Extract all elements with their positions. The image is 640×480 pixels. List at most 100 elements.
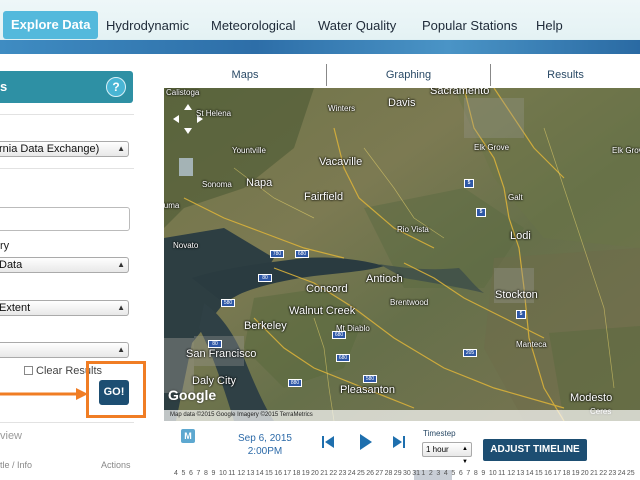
pointer-arrow-icon	[0, 388, 88, 400]
timeline-tick-label: 29	[393, 470, 402, 477]
clear-results-checkbox[interactable]	[24, 366, 33, 375]
map-label-pleasanton: Pleasanton	[340, 384, 396, 396]
filter-select[interactable]: ▲▼	[0, 342, 129, 358]
divider	[0, 422, 134, 423]
nav-meteorological[interactable]: Meteorological	[211, 13, 296, 39]
nav-explore-data[interactable]: Explore Data	[3, 11, 99, 39]
timeline-tick-label: 10	[219, 470, 227, 477]
map-label-lodi: Lodi	[510, 230, 531, 242]
column-title-info: tle / Info	[0, 460, 33, 470]
map-label-san-francisco: San Francisco	[186, 348, 257, 360]
tab-maps[interactable]: Maps	[164, 64, 326, 86]
timeline-tick-label: 21	[590, 470, 598, 477]
timeline-tick-label: 7	[466, 470, 471, 477]
map-label-napa: Napa	[246, 177, 273, 189]
select-arrow-icon: ▲▼	[117, 345, 125, 354]
map-label-elk-grove: Elk Grove	[474, 143, 510, 152]
highway-shield-icon: 580	[363, 375, 377, 383]
timeline-tick-label: 9	[481, 470, 486, 477]
timeline-tick-label: 20	[311, 470, 319, 477]
timeline-tick-label: 3	[436, 470, 441, 477]
map-label-fairfield: Fairfield	[304, 191, 344, 203]
search-panel: s ? rnia Data Exchange) ▲▼ ry Data ▲▼ Ex…	[0, 54, 148, 480]
nav-hydrodynamic[interactable]: Hydrodynamic	[106, 13, 189, 39]
view-tabs: Maps Graphing Results	[164, 64, 640, 86]
timeline-tick-label: 6	[189, 470, 193, 477]
panel-title: s	[0, 79, 8, 94]
timeline-tick-label: 20	[580, 470, 589, 477]
select-arrow-icon: ▲▼	[117, 260, 125, 269]
m-badge[interactable]: M	[181, 429, 195, 443]
timeline-tick-label: 31	[412, 470, 420, 477]
nav-help[interactable]: Help	[536, 13, 563, 39]
map-label-yountville: Yountville	[232, 146, 266, 155]
map-label-winters: Winters	[328, 104, 356, 113]
timeline-tick-label: 12	[237, 470, 246, 477]
play-icon[interactable]	[359, 433, 373, 451]
map-label-luma: luma	[164, 201, 180, 210]
timeline-scale[interactable]: 4 5 6 7 8 9 10 11 12 13 14 15 16 17 18 19 20 21 22 23 24 25 26…	[164, 470, 640, 480]
timeline-tick-label: 14	[255, 470, 264, 477]
timeline-tick-label: 4	[443, 470, 448, 477]
skip-back-icon[interactable]	[322, 435, 334, 449]
panel-header: s ?	[0, 71, 133, 103]
timestep-label: Timestep	[423, 429, 456, 438]
timeline-tick-label: 5	[181, 470, 186, 477]
highway-shield-icon: 5	[516, 310, 526, 319]
satellite-map[interactable]: Calistoga St Helena Winters Davis Sacram…	[164, 88, 640, 421]
timeline-tick-label: 5	[451, 470, 456, 477]
map-label-sonoma: Sonoma	[202, 180, 232, 189]
timeline-tick-label: 22	[329, 470, 338, 477]
map-label-novato: Novato	[173, 241, 199, 250]
pegman-icon[interactable]	[179, 158, 193, 176]
highway-shield-icon: 880	[288, 379, 302, 387]
timeline-tick-label: 14	[525, 470, 534, 477]
timeline-tick-label: 27	[375, 470, 384, 477]
select-arrow-icon: ▲▼	[117, 303, 125, 312]
map-label-manteca: Manteca	[516, 340, 547, 349]
data-type-value: Data	[0, 259, 23, 271]
timeline-tick-label: 23	[608, 470, 617, 477]
highway-shield-icon: 780	[270, 250, 284, 258]
timeline-tick-label: 12	[507, 470, 516, 477]
top-navigation: Explore Data Hydrodynamic Meteorological…	[0, 0, 640, 54]
timeline-tick-label: 17	[553, 470, 562, 477]
tab-results[interactable]: Results	[491, 64, 640, 86]
select-arrow-icon: ▲▼	[462, 446, 468, 465]
timeline-tick-label: 4	[174, 470, 178, 477]
timeline-tick-label: 17	[283, 470, 292, 477]
data-source-select[interactable]: rnia Data Exchange) ▲▼	[0, 141, 129, 157]
current-datetime: Sep 6, 2015 2:00PM	[238, 432, 292, 458]
highway-shield-icon: 205	[463, 349, 477, 357]
timeline-tick-label: 8	[204, 470, 208, 477]
map-label-calistoga: Calistoga	[166, 88, 200, 97]
timeline-tick-label: 24	[617, 470, 626, 477]
results-view-label: view	[0, 430, 23, 442]
map-label-rio-vista: Rio Vista	[397, 225, 429, 234]
highway-shield-icon: 80	[258, 274, 272, 282]
map-imagery	[164, 88, 640, 421]
search-input[interactable]	[0, 207, 130, 231]
timeline-tick-label: 21	[320, 470, 328, 477]
map-label-walnut-creek: Walnut Creek	[289, 305, 356, 317]
highway-shield-icon: 580	[221, 299, 235, 307]
timeline-tick-label: 9	[211, 470, 216, 477]
highway-shield-icon: 5	[476, 208, 486, 217]
tab-graphing[interactable]: Graphing	[327, 64, 490, 86]
timeline-tick-label: 16	[544, 470, 552, 477]
help-button[interactable]: ?	[106, 77, 126, 97]
highway-shield-icon: 80	[208, 340, 222, 348]
go-button[interactable]: GO!	[99, 380, 129, 405]
data-type-select[interactable]: Data ▲▼	[0, 257, 129, 273]
timeline-tick-label: 7	[196, 470, 201, 477]
divider	[0, 114, 134, 115]
extent-select[interactable]: Extent ▲▼	[0, 300, 129, 316]
header-banner-image	[0, 40, 640, 54]
nav-water-quality[interactable]: Water Quality	[318, 13, 396, 39]
skip-forward-icon[interactable]	[393, 435, 405, 449]
map-attribution: Map data ©2015 Google Imagery ©2015 Terr…	[164, 410, 640, 421]
timestep-select[interactable]: 1 hour ▲ ▼	[422, 442, 472, 465]
adjust-timeline-button[interactable]: ADJUST TIMELINE	[483, 439, 587, 461]
timeline-tick-label: 6	[458, 470, 463, 477]
nav-popular-stations[interactable]: Popular Stations	[422, 13, 517, 39]
